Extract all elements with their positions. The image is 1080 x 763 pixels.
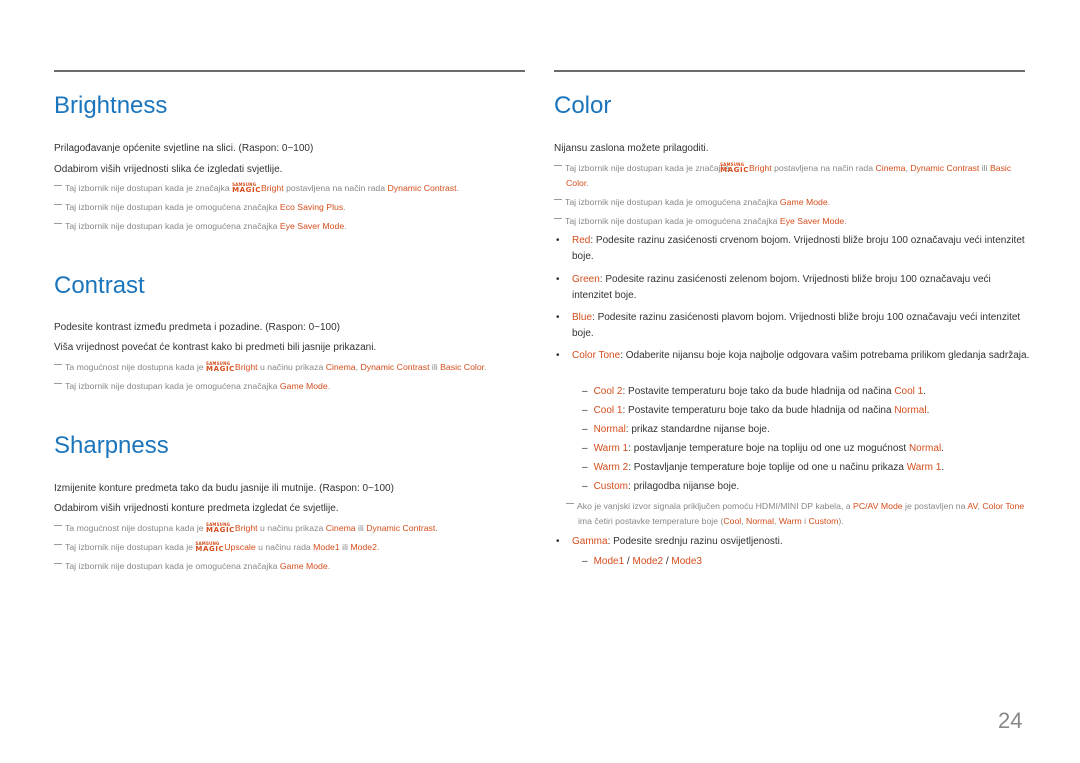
- tone-option-warm1: – Warm 1: postavljanje temperature boje n…: [582, 443, 944, 454]
- brightness-heading: Brightness: [54, 92, 168, 119]
- note-dash-icon: [554, 199, 562, 200]
- note-dash-icon: [54, 223, 62, 224]
- sharpness-note: Taj izbornik nije dostupan kada je omogu…: [54, 559, 330, 574]
- tone-option-cool2: – Cool 2: Postavite temperaturu boje tako…: [582, 386, 927, 397]
- note-dash-icon: [566, 503, 574, 504]
- left-column: Brightness Prilagođavanje općenite svjet…: [54, 70, 525, 571]
- contrast-description-2: Viša vrijednost povećat će kontrast kako…: [54, 342, 377, 353]
- color-note: Taj izbornik nije dostupan kada je omogu…: [554, 214, 847, 229]
- sharpness-description: Izmijenite konture predmeta tako da budu…: [54, 483, 394, 494]
- bullet-icon: •: [556, 350, 560, 361]
- sharpness-heading: Sharpness: [54, 432, 169, 459]
- bullet-icon: •: [556, 235, 560, 246]
- samsung-magic-logo: SAMSUNG MAGIC: [195, 541, 225, 553]
- contrast-description: Podesite kontrast između predmeta i poza…: [54, 322, 341, 333]
- color-tone-note: Ako je vanjski izvor signala priključen …: [566, 499, 1033, 529]
- section-divider: [554, 70, 1025, 72]
- color-description: Nijansu zaslona možete prilagoditi.: [554, 143, 709, 154]
- brightness-description-2: Odabirom viših vrijednosti slika će izgl…: [54, 164, 283, 175]
- note-dash-icon: [54, 563, 62, 564]
- note-dash-icon: [54, 383, 62, 384]
- page-number: 24: [998, 708, 1023, 733]
- brightness-note: Taj izbornik nije dostupan kada je znača…: [54, 181, 459, 196]
- note-dash-icon: [54, 204, 62, 205]
- tone-option-normal: – Normal: prikaz standardne nijanse boje.: [582, 424, 770, 435]
- note-dash-icon: [54, 185, 62, 186]
- color-note: Taj izbornik nije dostupan kada je znača…: [554, 161, 1026, 191]
- sharpness-note: Taj izbornik nije dostupan kada je SAMSU…: [54, 540, 379, 555]
- tone-option-cool1: – Cool 1: Postavite temperaturu boje tako…: [582, 405, 930, 416]
- gamma-modes: – Mode1 / Mode2 / Mode3: [582, 556, 702, 567]
- color-note: Taj izbornik nije dostupan kada je omogu…: [554, 195, 830, 210]
- samsung-magic-logo: SAMSUNG MAGIC: [206, 361, 235, 373]
- samsung-magic-logo: SAMSUNG MAGIC: [720, 162, 749, 174]
- sharpness-description-2: Odabirom viših vrijednosti konture predm…: [54, 503, 339, 514]
- color-bullet-gamma: • Gamma: Podesite srednju razinu osvijetl…: [554, 534, 1032, 550]
- color-heading: Color: [554, 92, 612, 119]
- note-dash-icon: [54, 544, 62, 545]
- samsung-magic-logo: SAMSUNG MAGIC: [232, 182, 261, 194]
- color-bullet-green: • Green: Podesite razinu zasićenosti zele…: [556, 274, 991, 301]
- color-bullet-blue: • Blue: Podesite razinu zasićenosti plavo…: [556, 312, 1021, 339]
- samsung-magic-logo: SAMSUNG MAGIC: [206, 522, 235, 534]
- bullet-icon: •: [556, 536, 560, 547]
- note-dash-icon: [54, 525, 62, 526]
- section-divider: [54, 70, 525, 72]
- right-column: Color Nijansu zaslona možete prilagoditi…: [554, 70, 1029, 567]
- bullet-icon: •: [556, 274, 560, 285]
- sharpness-note: Ta mogućnost nije dostupna kada je SAMSU…: [54, 521, 438, 536]
- note-dash-icon: [554, 218, 562, 219]
- contrast-heading: Contrast: [54, 272, 145, 299]
- brightness-description: Prilagođavanje općenite svjetline na sli…: [54, 143, 314, 154]
- contrast-note: Ta mogućnost nije dostupna kada je SAMSU…: [54, 360, 487, 375]
- tone-option-custom: – Custom: prilagodba nijanse boje.: [582, 481, 740, 492]
- tone-option-warm2: – Warm 2: Postavljanje temperature boje t…: [582, 462, 945, 473]
- brightness-note: Taj izbornik nije dostupan kada je omogu…: [54, 219, 347, 234]
- note-dash-icon: [554, 165, 562, 166]
- brightness-note: Taj izbornik nije dostupan kada je omogu…: [54, 200, 346, 215]
- contrast-note: Taj izbornik nije dostupan kada je omogu…: [54, 379, 330, 394]
- note-dash-icon: [54, 364, 62, 365]
- color-bullet-color-tone: • Color Tone: Odaberite nijansu boje koja…: [554, 348, 1032, 364]
- color-bullet-red: • Red: Podesite razinu zasićenosti crveno…: [556, 235, 1025, 262]
- bullet-icon: •: [556, 312, 560, 323]
